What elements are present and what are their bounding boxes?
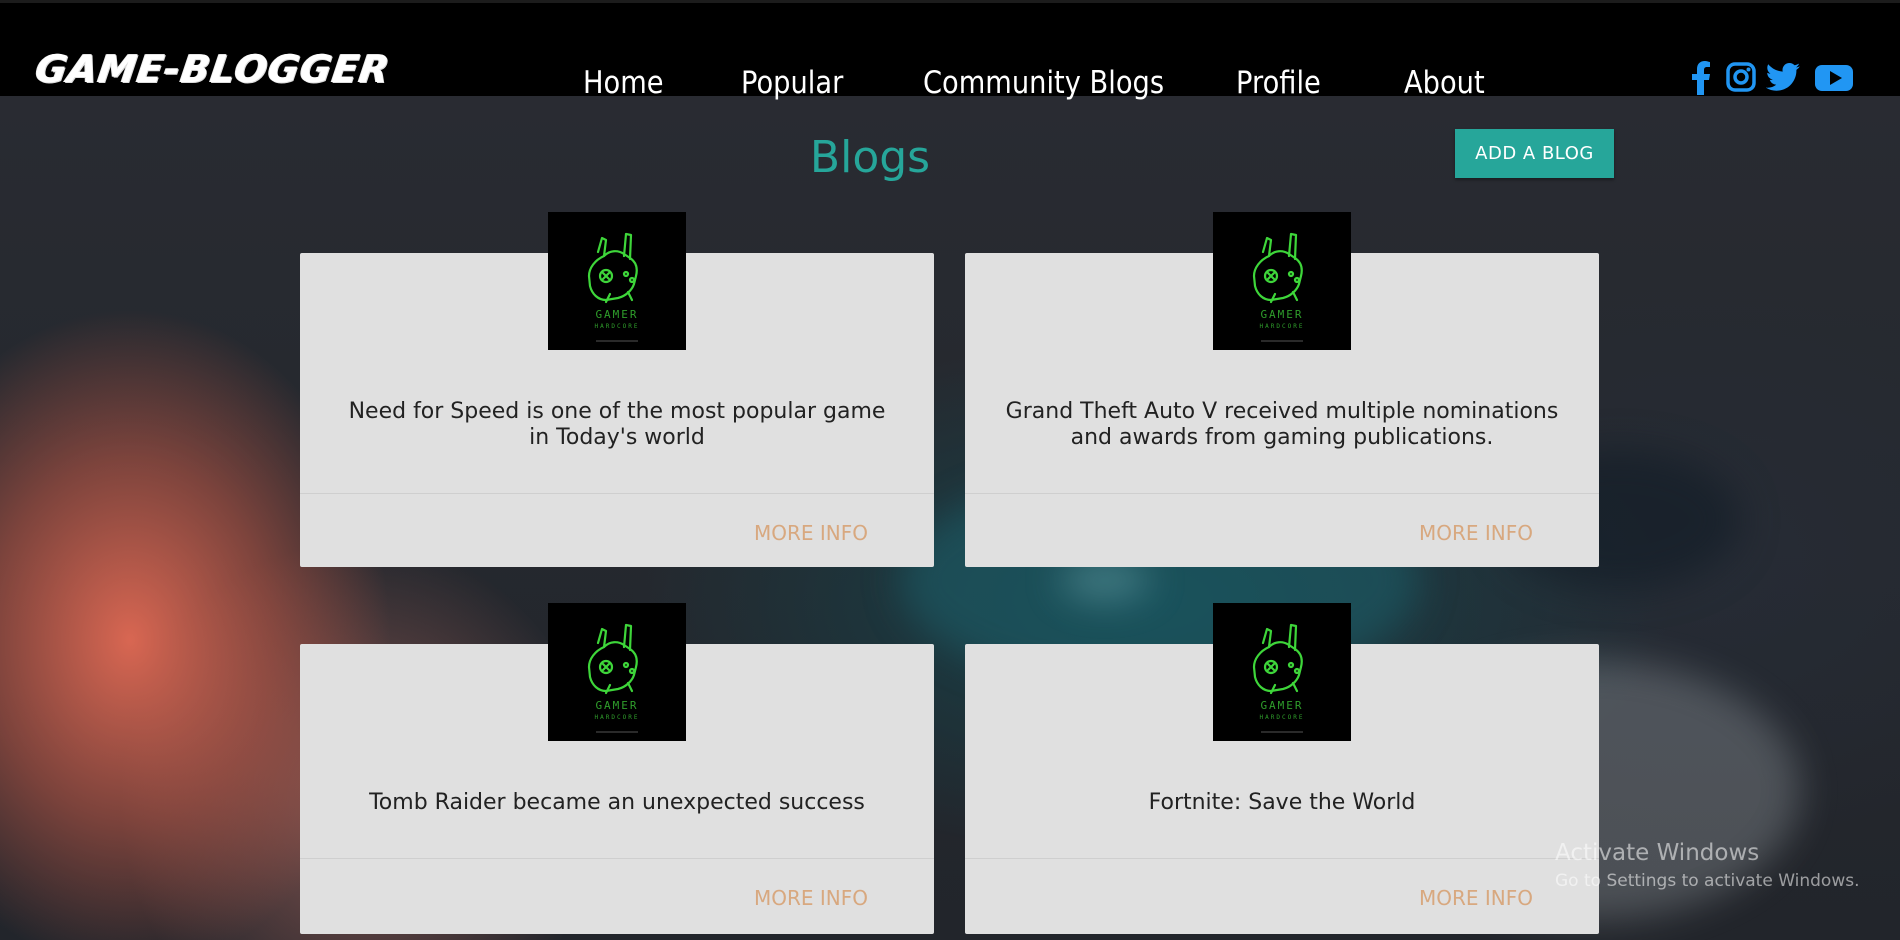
blog-card-text: Need for Speed is one of the most popula… [348,399,886,450]
svg-text:HARDCORE: HARDCORE [595,714,640,721]
watermark-subtitle: Go to Settings to activate Windows. [1555,871,1860,891]
nav-popular[interactable]: Popular [741,61,843,105]
more-info-link[interactable]: MORE INFO [754,886,868,910]
gamer-hand-icon: GAMER HARDCORE [587,232,640,342]
more-info-link[interactable]: MORE INFO [1419,886,1533,910]
nav-home[interactable]: Home [583,61,664,105]
nav-community-blogs[interactable]: Community Blogs [923,61,1164,105]
svg-text:HARDCORE: HARDCORE [595,323,640,330]
card-divider [300,858,934,859]
nav-about[interactable]: About [1404,61,1485,105]
svg-text:GAMER: GAMER [1260,308,1303,321]
svg-text:HARDCORE: HARDCORE [1260,323,1305,330]
blog-thumbnail: GAMER HARDCORE [1213,212,1351,350]
blog-thumbnail: GAMER HARDCORE [548,212,686,350]
add-blog-button[interactable]: ADD A BLOG [1455,129,1614,178]
windows-activation-watermark: Activate Windows Go to Settings to activ… [1555,838,1860,894]
instagram-icon[interactable] [1726,61,1756,95]
svg-text:GAMER: GAMER [595,308,638,321]
site-logo[interactable]: GAME-BLOGGER [33,47,393,91]
svg-text:GAMER: GAMER [595,699,638,712]
card-divider [965,858,1599,859]
gamer-hand-icon: GAMER HARDCORE [1252,232,1305,342]
card-divider [965,493,1599,494]
blog-card-text: Grand Theft Auto V received multiple nom… [1005,399,1559,450]
gamer-hand-icon: GAMER HARDCORE [587,623,640,733]
twitter-icon[interactable] [1766,61,1800,95]
card-divider [300,493,934,494]
gamer-hand-icon: GAMER HARDCORE [1252,623,1305,733]
svg-text:GAMER: GAMER [1260,699,1303,712]
more-info-link[interactable]: MORE INFO [1419,521,1533,545]
blog-thumbnail: GAMER HARDCORE [1213,603,1351,741]
more-info-link[interactable]: MORE INFO [754,521,868,545]
blog-card-text: Fortnite: Save the World [1148,790,1416,815]
top-navbar: GAME-BLOGGER Home Popular Community Blog… [0,0,1900,101]
watermark-title: Activate Windows [1555,840,1760,866]
blog-card-text: Tomb Raider became an unexpected success [369,790,865,815]
nav-profile[interactable]: Profile [1236,61,1321,105]
facebook-icon[interactable] [1692,61,1710,95]
svg-text:HARDCORE: HARDCORE [1260,714,1305,721]
page-title: Blogs [809,132,931,183]
youtube-icon[interactable] [1815,61,1853,95]
blog-thumbnail: GAMER HARDCORE [548,603,686,741]
